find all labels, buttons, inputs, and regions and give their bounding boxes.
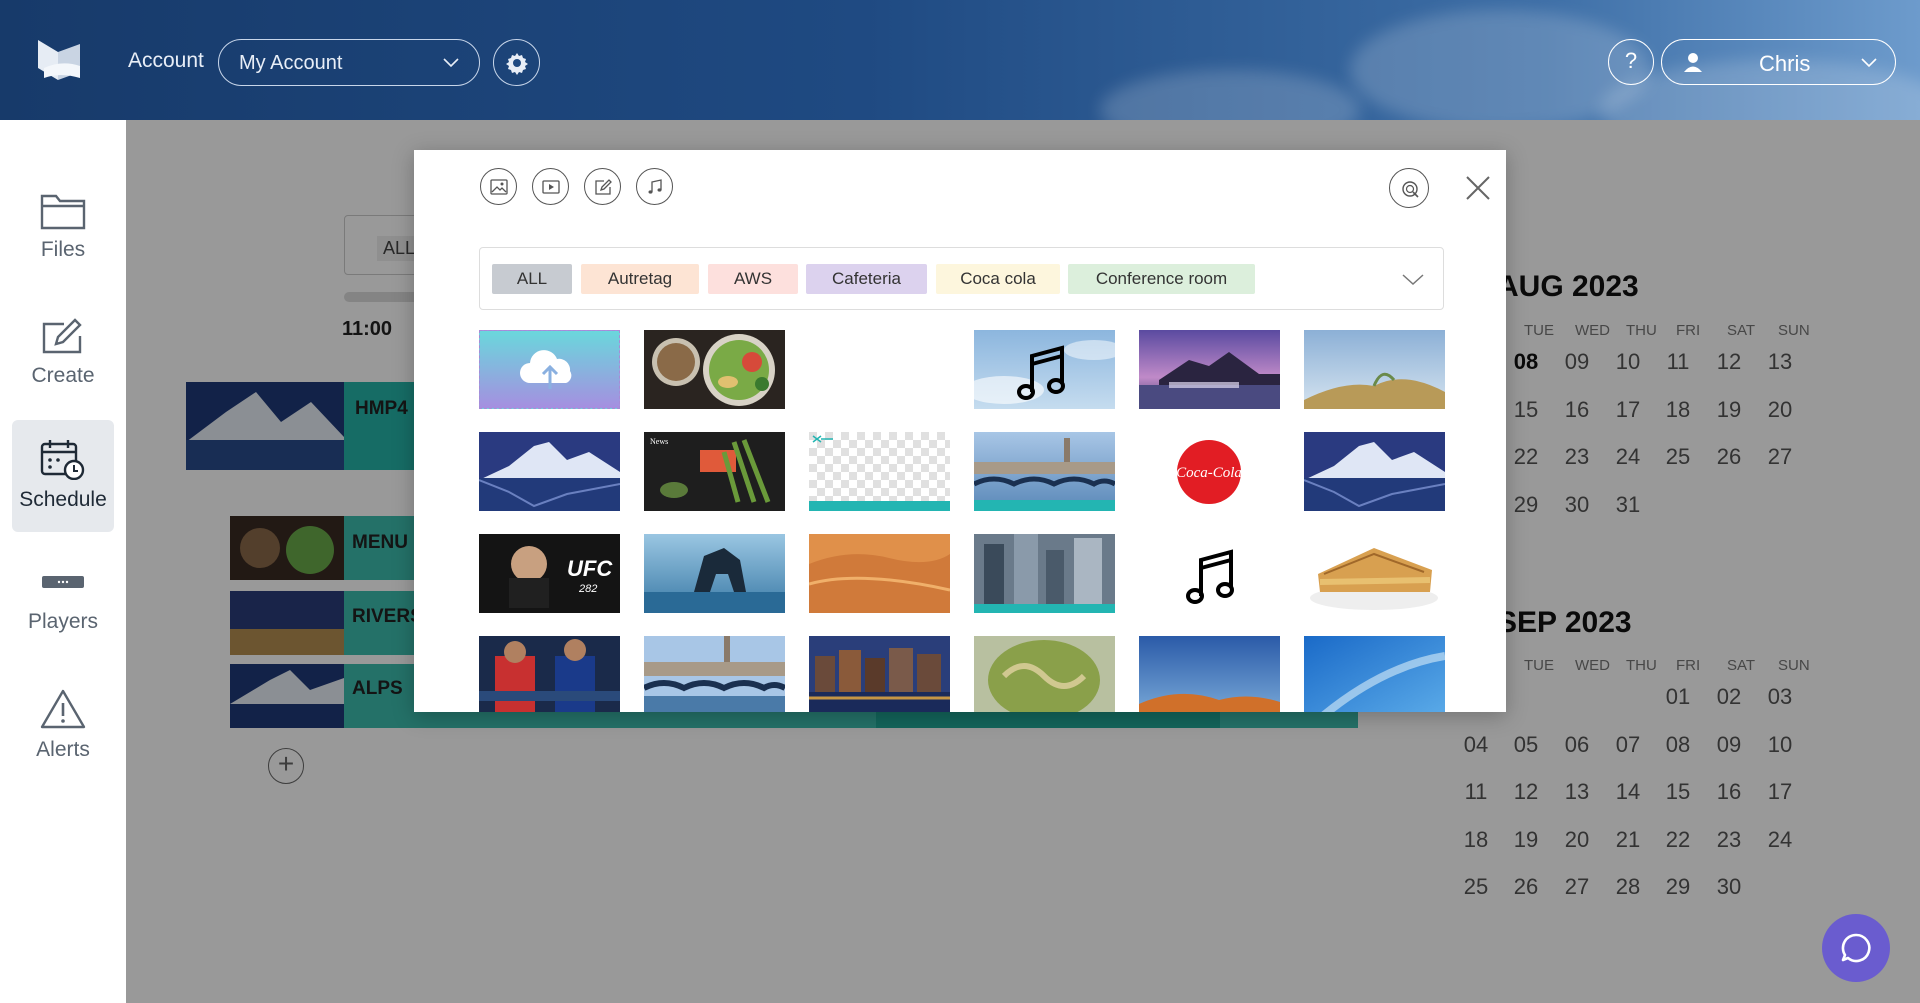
desert-dunes-thumbnail[interactable] <box>809 534 950 613</box>
venice-gondolas-thumbnail[interactable] <box>974 432 1115 511</box>
amsterdam-canal-thumbnail[interactable] <box>809 636 950 712</box>
tag-coca-cola[interactable]: Coca cola <box>936 264 1060 294</box>
city-skyscrapers-thumbnail[interactable] <box>974 534 1115 613</box>
sidebar-item-label: Schedule <box>19 488 107 511</box>
sidebar-item-label: Files <box>40 238 86 261</box>
filter-designs-button[interactable] <box>584 168 621 205</box>
football-players-thumbnail[interactable] <box>479 636 620 712</box>
top-bar: Account My Account ? Chris <box>0 0 1920 120</box>
music-note-icon <box>1186 549 1234 604</box>
ufc-news-thumbnail[interactable]: UFC 282 <box>479 534 620 613</box>
venice-gondolas-thumbnail-2[interactable] <box>644 636 785 712</box>
tag-label: Coca cola <box>960 269 1036 288</box>
sidebar-item-alerts[interactable]: Alerts <box>12 670 114 782</box>
coca-cola-text: Coca-Cola <box>1176 465 1242 481</box>
mountain-lake-thumbnail-2[interactable] <box>1304 432 1445 511</box>
gear-icon <box>506 53 528 75</box>
news-layout-thumbnail[interactable]: News <box>644 432 785 511</box>
edit-icon <box>595 179 612 195</box>
tag-autretag[interactable]: Autretag <box>581 264 699 294</box>
edit-icon <box>42 318 82 354</box>
ufc-logo-text: UFC <box>567 556 613 581</box>
harbor-dusk-thumbnail[interactable] <box>1139 330 1280 409</box>
sidebar-item-label: Alerts <box>36 738 90 761</box>
tag-label: AWS <box>733 269 773 288</box>
search-button[interactable] <box>1389 168 1429 208</box>
music-note-thumbnail[interactable] <box>1139 534 1280 613</box>
chat-button[interactable] <box>1822 914 1890 982</box>
cloud-decoration <box>1100 70 1360 120</box>
sidebar-item-label: Create <box>31 364 95 387</box>
filter-images-button[interactable] <box>480 168 517 205</box>
mountain-lake-thumbnail[interactable] <box>479 432 620 511</box>
account-select-value: My Account <box>239 52 343 74</box>
chevron-down-icon[interactable] <box>1401 270 1425 288</box>
music-sky-thumbnail[interactable] <box>974 330 1115 409</box>
news-label: News <box>650 437 668 446</box>
chevron-down-icon <box>1861 58 1877 68</box>
sidebar-item-files[interactable]: Files <box>12 172 114 284</box>
video-icon <box>542 180 560 194</box>
user-name: Chris <box>1759 51 1811 76</box>
account-label: Account <box>128 49 204 72</box>
tag-label: Autretag <box>607 269 673 288</box>
food-bowl-thumbnail[interactable] <box>644 330 785 409</box>
tag-filter-bar: ALL Autretag AWS Cafeteria Coca cola Con… <box>479 247 1444 310</box>
folder-icon <box>40 194 86 230</box>
calendar-clock-icon <box>40 440 85 480</box>
player-device-icon <box>42 576 84 588</box>
close-icon <box>1466 176 1490 200</box>
close-modal-button[interactable] <box>1464 174 1492 202</box>
chat-bubble-icon <box>1841 933 1871 963</box>
help-button[interactable]: ? <box>1608 39 1654 85</box>
transparent-template-thumbnail[interactable] <box>809 432 950 511</box>
tag-cafeteria[interactable]: Cafeteria <box>806 264 927 294</box>
desert-sky-thumbnail[interactable] <box>1139 636 1280 712</box>
app-logo-icon[interactable] <box>36 38 82 82</box>
tag-label: Cafeteria <box>832 269 901 288</box>
image-icon <box>490 179 508 195</box>
sidebar-item-create[interactable]: Create <box>12 298 114 410</box>
tag-label: Conference room <box>1095 269 1228 288</box>
sidebar-item-players[interactable]: Players <box>12 544 114 656</box>
user-icon <box>1684 53 1702 72</box>
tag-all[interactable]: ALL <box>492 264 572 294</box>
user-menu-button[interactable]: Chris <box>1661 39 1896 85</box>
sidebar-item-schedule[interactable]: Schedule <box>12 420 114 532</box>
filter-audio-button[interactable] <box>636 168 673 205</box>
blue-sky-thumbnail[interactable] <box>1304 636 1445 712</box>
chevron-down-icon <box>443 58 459 68</box>
grilled-sandwich-thumbnail[interactable] <box>1304 534 1445 613</box>
tag-aws[interactable]: AWS <box>708 264 798 294</box>
search-icon <box>1402 181 1419 198</box>
sidebar-item-label: Players <box>27 610 99 633</box>
settings-button[interactable] <box>493 39 540 86</box>
ufc-number-text: 282 <box>578 583 597 595</box>
media-picker-modal: ALL Autretag AWS Cafeteria Coca cola Con… <box>414 150 1506 712</box>
music-icon <box>648 179 662 194</box>
upload-tile[interactable] <box>479 330 620 409</box>
cloud-upload-icon <box>520 350 572 389</box>
tag-label: ALL <box>516 269 548 288</box>
sidebar: Files Create Schedule Players Alerts <box>0 120 126 1003</box>
account-select[interactable]: My Account <box>218 39 480 86</box>
warning-icon <box>40 689 86 729</box>
rocky-shore-thumbnail[interactable] <box>1304 330 1445 409</box>
sea-arch-rock-thumbnail[interactable] <box>644 534 785 613</box>
green-planet-thumbnail[interactable] <box>974 636 1115 712</box>
tag-conference-room[interactable]: Conference room <box>1068 264 1255 294</box>
coca-cola-logo-thumbnail[interactable]: Coca-Cola <box>1139 432 1280 511</box>
filter-videos-button[interactable] <box>532 168 569 205</box>
